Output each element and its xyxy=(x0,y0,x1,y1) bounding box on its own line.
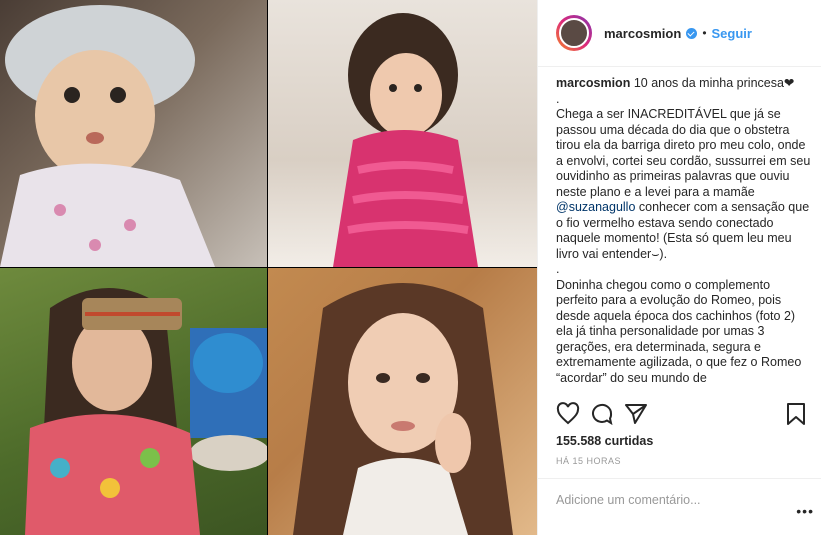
caption-body-part1: . Chega a ser INACREDITÁVEL que já se pa… xyxy=(556,91,811,199)
header-username[interactable]: marcosmion xyxy=(604,26,681,41)
post-header: marcosmion • Seguir xyxy=(538,0,821,67)
caption-body-part2: conhecer com a sensação que o fio vermel… xyxy=(556,200,810,385)
caption-mention[interactable]: @suzanagullo xyxy=(556,200,635,214)
caption: marcosmion 10 anos da minha princesa❤ . … xyxy=(556,76,811,398)
comment-input[interactable]: Adicione um comentário... xyxy=(556,493,701,507)
caption-first-line: 10 anos da minha princesa❤ xyxy=(633,76,795,90)
post-sidebar: marcosmion • Seguir marcosmion 10 anos d… xyxy=(537,0,821,535)
bookmark-icon[interactable] xyxy=(786,402,806,426)
girl-headband-photo xyxy=(0,268,267,535)
girl-portrait-photo xyxy=(268,268,537,535)
comment-icon[interactable] xyxy=(590,402,614,426)
more-options-icon[interactable]: ••• xyxy=(796,503,814,519)
share-icon[interactable] xyxy=(624,402,648,426)
follow-button[interactable]: Seguir xyxy=(712,26,752,41)
comment-bar: Adicione um comentário... ••• xyxy=(538,478,821,536)
avatar-icon[interactable] xyxy=(556,15,592,51)
heart-icon[interactable] xyxy=(556,402,580,426)
action-bar xyxy=(556,402,808,428)
toddler-pink-dress-photo xyxy=(268,0,537,267)
photo-collage[interactable] xyxy=(0,0,537,535)
baby-in-bonnet-photo xyxy=(0,0,267,267)
verified-badge-icon xyxy=(686,27,698,39)
avatar-image xyxy=(559,18,589,48)
header-separator: • xyxy=(702,26,707,40)
likes-count[interactable]: 155.588 curtidas xyxy=(556,434,653,448)
caption-username[interactable]: marcosmion xyxy=(556,76,630,90)
post-timestamp[interactable]: HÁ 15 HORAS xyxy=(556,456,621,466)
instagram-post: marcosmion • Seguir marcosmion 10 anos d… xyxy=(0,0,821,535)
